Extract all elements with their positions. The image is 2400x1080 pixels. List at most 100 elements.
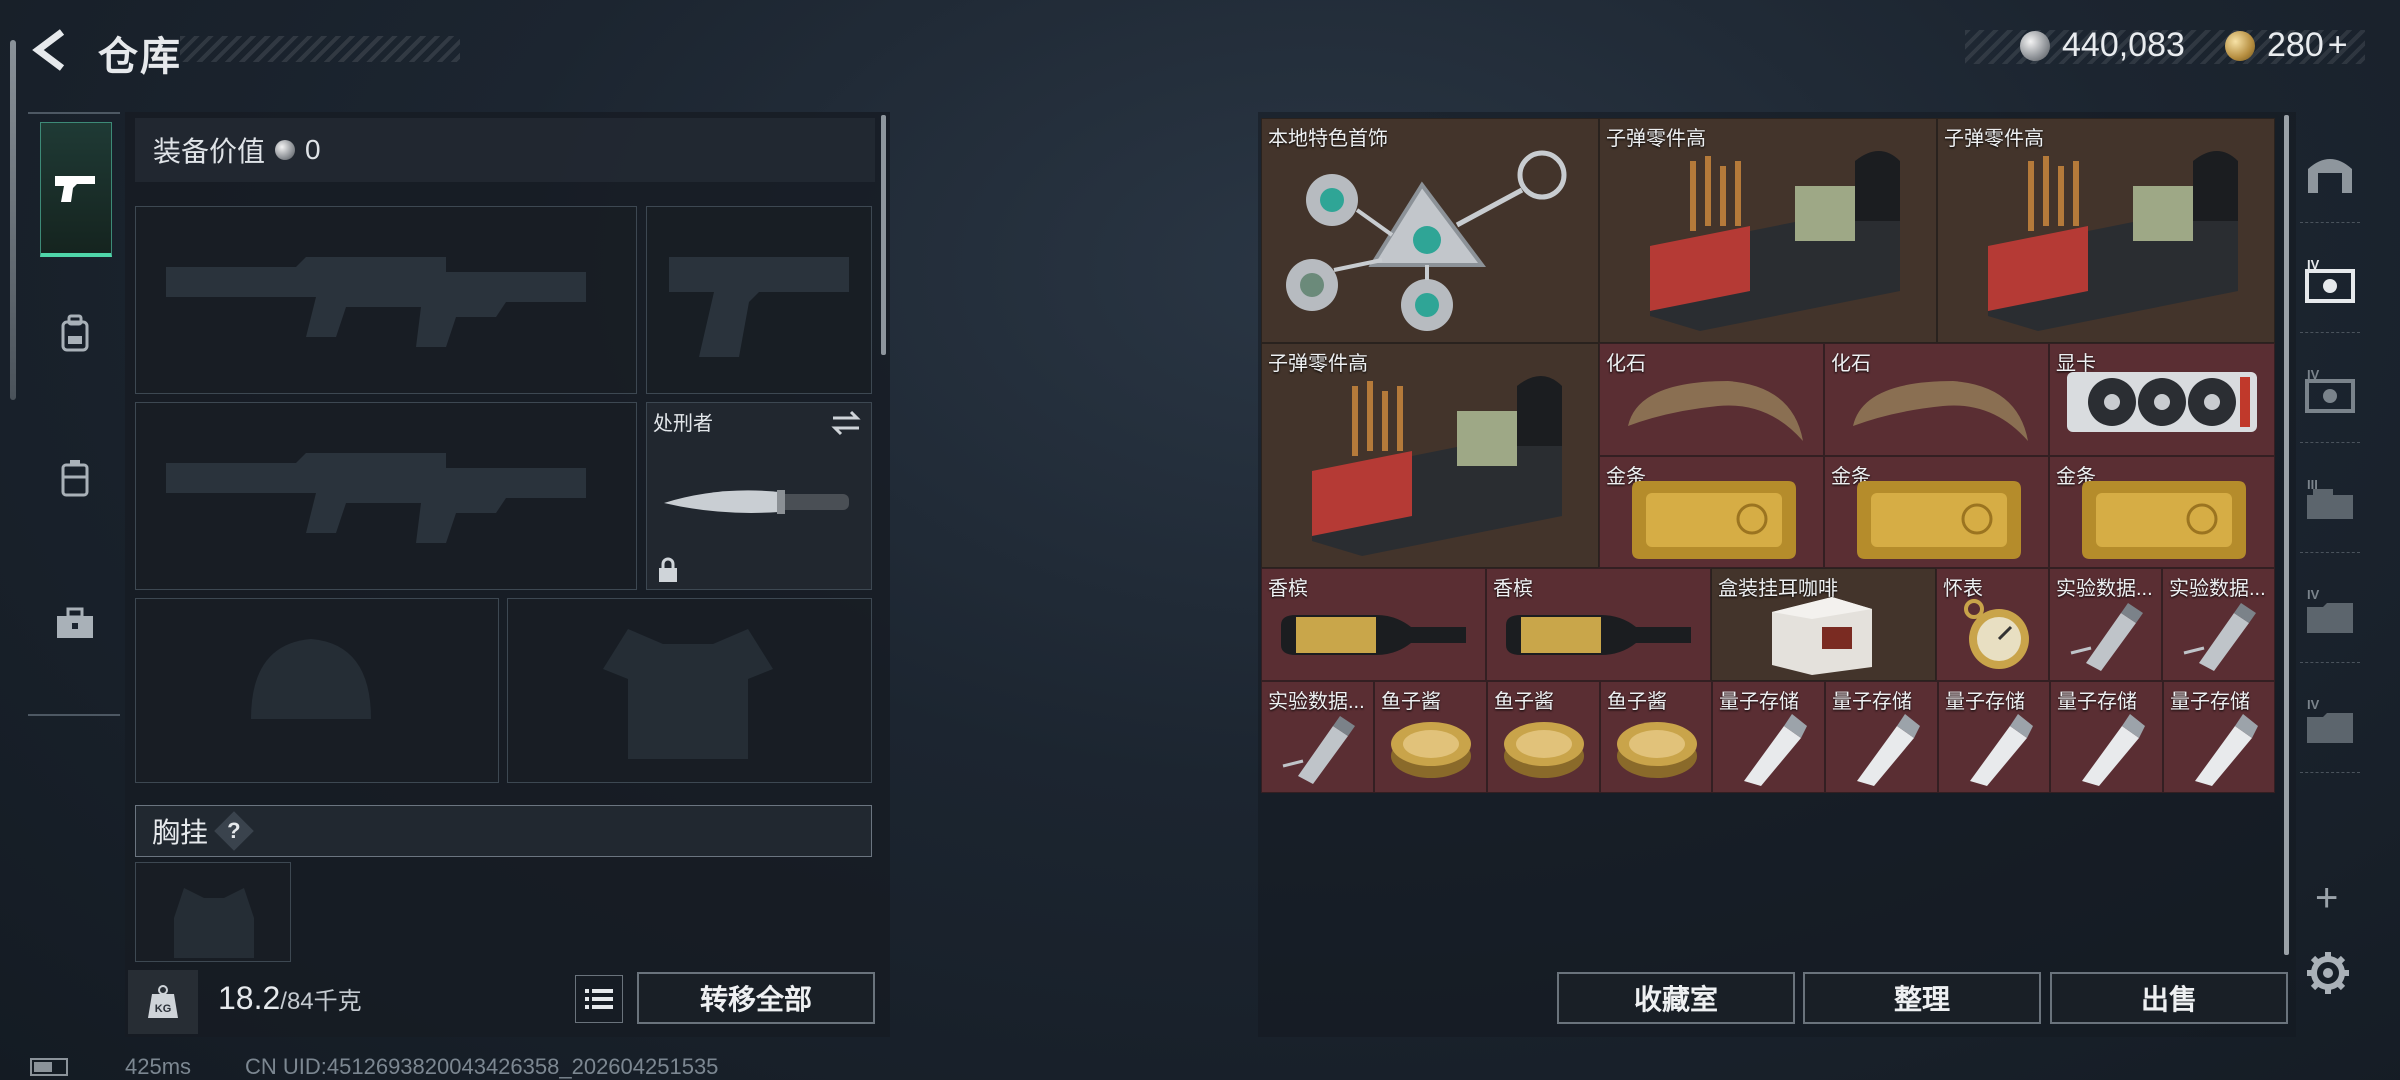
stash-item-caviar[interactable]: 鱼子酱 [1374,681,1487,793]
stash-item-lab-data[interactable]: 实验数据... [2049,568,2162,681]
stash-item-quantum-storage[interactable]: 量子存储 [1825,681,1938,793]
stash-item-caviar[interactable]: 鱼子酱 [1600,681,1712,793]
help-icon[interactable]: ? [214,811,254,851]
armor-silhouette-icon [603,629,773,759]
stash-item-drip-coffee[interactable]: 盒装挂耳咖啡 [1711,568,1936,681]
tier-label: IV [2307,587,2320,602]
stash-item-gold-bar[interactable]: 金条 [1599,456,1824,568]
usb-drive-icon [2195,714,2258,786]
battery-icon [30,1058,68,1076]
gear-icon [2307,952,2349,994]
collection-room-button[interactable]: 收藏室 [1557,972,1795,1024]
stash-scrollbar[interactable] [2284,115,2289,955]
category-rail [28,112,120,716]
back-button[interactable] [28,26,76,74]
stash-item-ammo-parts[interactable]: 子弹零件高 [1937,118,2275,343]
primary-weapon-slot[interactable] [135,206,637,394]
stash-tab-rail: IV IV III IV IV [2300,112,2370,942]
melee-label: 处刑者 [653,413,713,435]
settings-button[interactable] [2305,950,2351,1001]
case-icon [61,460,89,497]
add-gold-button[interactable]: + [2328,26,2348,65]
stash-item-caviar[interactable]: 鱼子酱 [1487,681,1600,793]
tab-case-iv[interactable]: IV [2300,342,2360,443]
gold-coin-icon [2225,30,2255,61]
tab-case-iv-active[interactable]: IV [2300,232,2360,333]
silver-coin-icon [2020,30,2050,61]
stash-item-jewelry[interactable]: 本地特色首饰 [1261,118,1599,343]
transfer-all-button[interactable]: 转移全部 [637,972,875,1024]
tab-case-iv[interactable]: IV [2300,562,2360,663]
container-tier-icon: IV [2307,697,2353,743]
silver-coin-icon [275,140,296,160]
stash-item-lab-data[interactable]: 实验数据... [2162,568,2275,681]
sell-button[interactable]: 出售 [2050,972,2288,1024]
usb-drive-icon [1857,714,1920,786]
weight-current: 18.2 [218,980,281,1016]
helmet-slot[interactable] [135,598,499,783]
stash-item-quantum-storage[interactable]: 量子存储 [1938,681,2050,793]
lock-icon [659,557,677,582]
list-icon [585,989,613,1009]
sidearm-slot[interactable] [646,206,872,394]
tier-label: IV [2307,257,2320,272]
fossil-claw-icon [1628,381,1803,441]
silver-amount: 440,083 [2062,26,2185,64]
knife-icon [664,490,849,514]
swap-icon[interactable] [829,409,863,437]
gold-bar-icon [1857,481,2021,559]
tab-case[interactable] [40,414,110,544]
armor-slot[interactable] [507,598,872,783]
container-tier-icon: III [2307,477,2353,519]
usb-drive-icon [1970,714,2033,786]
melee-slot[interactable]: 处刑者 [646,402,872,590]
secondary-weapon-slot[interactable] [135,402,637,590]
backpack-icon [61,314,89,352]
rifle-silhouette-icon [166,257,586,347]
tab-warehouse[interactable] [2300,122,2360,223]
equipment-value: 0 [305,134,321,165]
stash-item-champagne[interactable]: 香槟 [1261,568,1486,681]
stash-item-graphics-card[interactable]: 显卡 [2049,343,2275,456]
item-label: 香槟 [1493,578,1533,600]
sort-button[interactable]: 整理 [1803,972,2041,1024]
coffee-box-icon [1772,597,1872,675]
usb-drive-icon [1744,714,1807,786]
stash-item-pocket-watch[interactable]: 怀表 [1936,568,2049,681]
tab-case-iv[interactable]: IV [2300,672,2360,773]
gold-currency[interactable]: 280 + [2225,26,2348,65]
equipment-scrollbar[interactable] [881,115,886,355]
tab-toolbox[interactable] [40,559,110,689]
tab-backpack[interactable] [40,269,110,399]
stash-item-gold-bar[interactable]: 金条 [1824,456,2049,568]
tier-label: IV [2307,697,2320,712]
champagne-icon [1506,615,1691,655]
stash-item-quantum-storage[interactable]: 量子存储 [2050,681,2163,793]
stash-item-champagne[interactable]: 香槟 [1486,568,1711,681]
ping-readout: 425ms [125,1054,192,1079]
caviar-tin-icon [1504,722,1584,778]
weight-max: /84千克 [280,988,362,1015]
tab-case-iii[interactable]: III [2300,452,2360,553]
chest-rig-slot[interactable] [135,862,291,962]
stash-item-fossil[interactable]: 化石 [1599,343,1824,456]
help-mark: ? [227,817,241,843]
stash-item-ammo-parts[interactable]: 子弹零件高 [1599,118,1937,343]
stash-item-lab-data[interactable]: 实验数据... [1261,681,1374,793]
stash-item-fossil[interactable]: 化石 [1824,343,2049,456]
caviar-tin-icon [1617,722,1697,778]
weight-readout: 18.2/84千克 [218,980,362,1017]
stash-item-ammo-parts[interactable]: 子弹零件高 [1261,343,1599,568]
user-id: CN UID:4512693820043426358_202604251535 [245,1054,719,1079]
gold-bar-icon [2082,481,2246,559]
list-view-button[interactable] [575,975,623,1023]
data-cylinder-icon [1282,716,1355,784]
stash-item-quantum-storage[interactable]: 量子存储 [2163,681,2275,793]
add-tab-button[interactable]: + [2315,876,2338,921]
equipment-value-header: 装备价值 0 [135,118,875,182]
back-arrow-icon [32,29,65,71]
stash-item-quantum-storage[interactable]: 量子存储 [1712,681,1825,793]
tab-weapons[interactable] [40,122,112,257]
stash-item-gold-bar[interactable]: 金条 [2049,456,2275,568]
chest-rig-silhouette-icon [174,888,254,958]
